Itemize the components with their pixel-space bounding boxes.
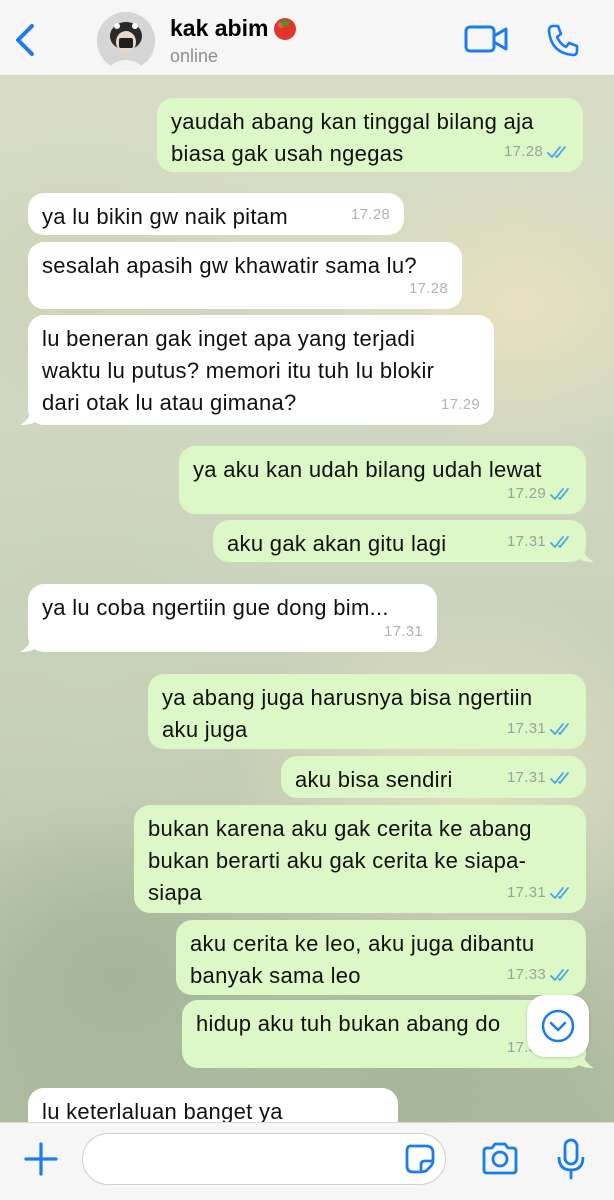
message-line: banyak sama leo bbox=[190, 963, 361, 988]
message-line: waktu lu putus? memori itu tuh lu blokir bbox=[42, 358, 435, 383]
message-line: ya lu bikin gw naik pitam bbox=[42, 204, 288, 229]
message-line: aku bisa sendiri bbox=[295, 767, 453, 792]
message-text: ya lu bikin gw naik pitam bbox=[42, 201, 288, 233]
message-meta: 17.28 bbox=[504, 136, 569, 168]
message-line: ya abang juga harusnya bisa ngertiin bbox=[162, 685, 533, 710]
outgoing-message-bubble[interactable]: yaudah abang kan tinggal bilang aja biasa… bbox=[157, 98, 583, 172]
contact-status: online bbox=[170, 46, 219, 66]
bubble-tail bbox=[578, 544, 594, 562]
scroll-to-bottom-button[interactable] bbox=[527, 995, 589, 1057]
double-check-icon bbox=[550, 772, 569, 784]
message-meta: 17.31 bbox=[507, 877, 572, 909]
message-line: yaudah abang kan tinggal bilang aja bbox=[171, 109, 534, 134]
message-text: aku gak akan gitu lagi bbox=[227, 528, 446, 560]
message-meta: 17.28 bbox=[409, 273, 448, 305]
message-meta: 17.31 bbox=[507, 713, 572, 745]
composer-bar bbox=[0, 1122, 614, 1200]
chevron-down-icon bbox=[541, 1009, 575, 1043]
outgoing-message-bubble[interactable]: aku cerita ke leo, aku juga dibantu banya… bbox=[176, 920, 586, 995]
double-check-icon bbox=[547, 146, 566, 158]
message-time: 17.31 bbox=[506, 769, 546, 786]
message-time: 17.28 bbox=[350, 206, 390, 223]
message-line: aku cerita ke leo, aku juga dibantu bbox=[190, 931, 535, 956]
chat-header: kak abim online bbox=[0, 0, 614, 76]
message-meta: 17.33 bbox=[507, 959, 572, 991]
message-text: yaudah abang kan tinggal bilang aja biasa… bbox=[171, 106, 534, 170]
avatar[interactable] bbox=[97, 12, 155, 70]
video-call-icon[interactable] bbox=[463, 22, 509, 56]
message-text: ya aku kan udah bilang udah lewat bbox=[193, 454, 542, 486]
double-check-icon bbox=[550, 723, 569, 735]
message-text: ya lu coba ngertiin gue dong bim... bbox=[42, 592, 389, 624]
message-line: sesalah apasih gw khawatir sama lu? bbox=[42, 253, 417, 278]
outgoing-message-bubble[interactable]: ya aku kan udah bilang udah lewat 17.29 bbox=[179, 446, 586, 514]
message-time: 17.31 bbox=[506, 720, 546, 737]
double-check-icon bbox=[550, 887, 569, 899]
message-time: 17.29 bbox=[440, 396, 480, 413]
contact-name-text: kak abim bbox=[170, 15, 269, 41]
double-check-icon bbox=[550, 969, 569, 981]
microphone-icon[interactable] bbox=[555, 1137, 587, 1181]
message-line: aku gak akan gitu lagi bbox=[227, 531, 447, 556]
message-line: aku juga bbox=[162, 717, 248, 742]
message-line: bukan karena aku gak cerita ke abang bbox=[148, 816, 532, 841]
message-time: 17.33 bbox=[506, 966, 546, 983]
message-time: 17.28 bbox=[408, 280, 448, 297]
outgoing-message-bubble[interactable]: ya abang juga harusnya bisa ngertiin aku … bbox=[148, 674, 586, 749]
double-check-icon bbox=[550, 488, 569, 500]
message-meta: 17.29 bbox=[441, 389, 480, 421]
incoming-message-bubble[interactable]: sesalah apasih gw khawatir sama lu? 17.28 bbox=[28, 242, 462, 309]
message-line: ya aku kan udah bilang udah lewat bbox=[193, 457, 542, 482]
back-icon[interactable] bbox=[12, 22, 38, 58]
message-line: bukan berarti aku gak cerita ke siapa- bbox=[148, 848, 527, 873]
message-line: siapa bbox=[148, 880, 203, 905]
message-time: 17.31 bbox=[383, 623, 423, 640]
message-time: 17.31 bbox=[506, 533, 546, 550]
message-text: aku bisa sendiri bbox=[295, 764, 453, 796]
outgoing-message-bubble[interactable]: bukan karena aku gak cerita ke abang buka… bbox=[134, 805, 586, 913]
camera-icon[interactable] bbox=[480, 1140, 520, 1178]
message-text: hidup aku tuh bukan abang do bbox=[196, 1008, 500, 1040]
outgoing-message-bubble[interactable]: aku bisa sendiri 17.31 bbox=[281, 756, 586, 798]
incoming-message-bubble[interactable]: lu beneran gak inget apa yang terjadi wak… bbox=[20, 315, 494, 425]
tomato-emoji-icon bbox=[274, 18, 297, 40]
message-meta: 17.28 bbox=[351, 199, 390, 231]
message-time: 17.28 bbox=[503, 143, 543, 160]
message-meta: 17.29 bbox=[507, 478, 572, 510]
message-line: ya lu coba ngertiin gue dong bim... bbox=[42, 595, 389, 620]
outgoing-message-bubble[interactable]: hidup aku tuh bukan abang do 17.33 bbox=[182, 1000, 594, 1068]
message-text: lu beneran gak inget apa yang terjadi wak… bbox=[42, 323, 434, 419]
message-text: sesalah apasih gw khawatir sama lu? bbox=[42, 250, 417, 282]
bubble-tail bbox=[20, 407, 36, 425]
incoming-message-bubble[interactable]: ya lu coba ngertiin gue dong bim... 17.31 bbox=[20, 584, 437, 652]
message-line: dari otak lu atau gimana? bbox=[42, 390, 297, 415]
incoming-message-bubble[interactable]: ya lu bikin gw naik pitam 17.28 bbox=[28, 193, 404, 235]
message-meta: 17.31 bbox=[507, 526, 572, 558]
sticker-icon[interactable] bbox=[404, 1143, 436, 1175]
plus-icon[interactable] bbox=[22, 1140, 60, 1178]
message-text: ya abang juga harusnya bisa ngertiin aku … bbox=[162, 682, 532, 746]
message-time: 17.29 bbox=[506, 485, 546, 502]
contact-name[interactable]: kak abim bbox=[170, 14, 298, 42]
double-check-icon bbox=[550, 536, 569, 548]
message-input[interactable] bbox=[82, 1133, 446, 1185]
outgoing-message-bubble[interactable]: aku gak akan gitu lagi 17.31 bbox=[213, 520, 594, 562]
message-line: lu beneran gak inget apa yang terjadi bbox=[42, 326, 416, 351]
message-meta: 17.31 bbox=[507, 762, 572, 794]
message-text: aku cerita ke leo, aku juga dibantu banya… bbox=[190, 928, 534, 992]
phone-icon[interactable] bbox=[545, 22, 581, 58]
bubble-tail bbox=[20, 634, 36, 652]
message-time: 17.31 bbox=[506, 884, 546, 901]
message-line: biasa gak usah ngegas bbox=[171, 141, 404, 166]
message-line: hidup aku tuh bukan abang do bbox=[196, 1011, 501, 1036]
message-text: bukan karena aku gak cerita ke abang buka… bbox=[148, 813, 532, 909]
message-meta: 17.31 bbox=[384, 616, 423, 648]
